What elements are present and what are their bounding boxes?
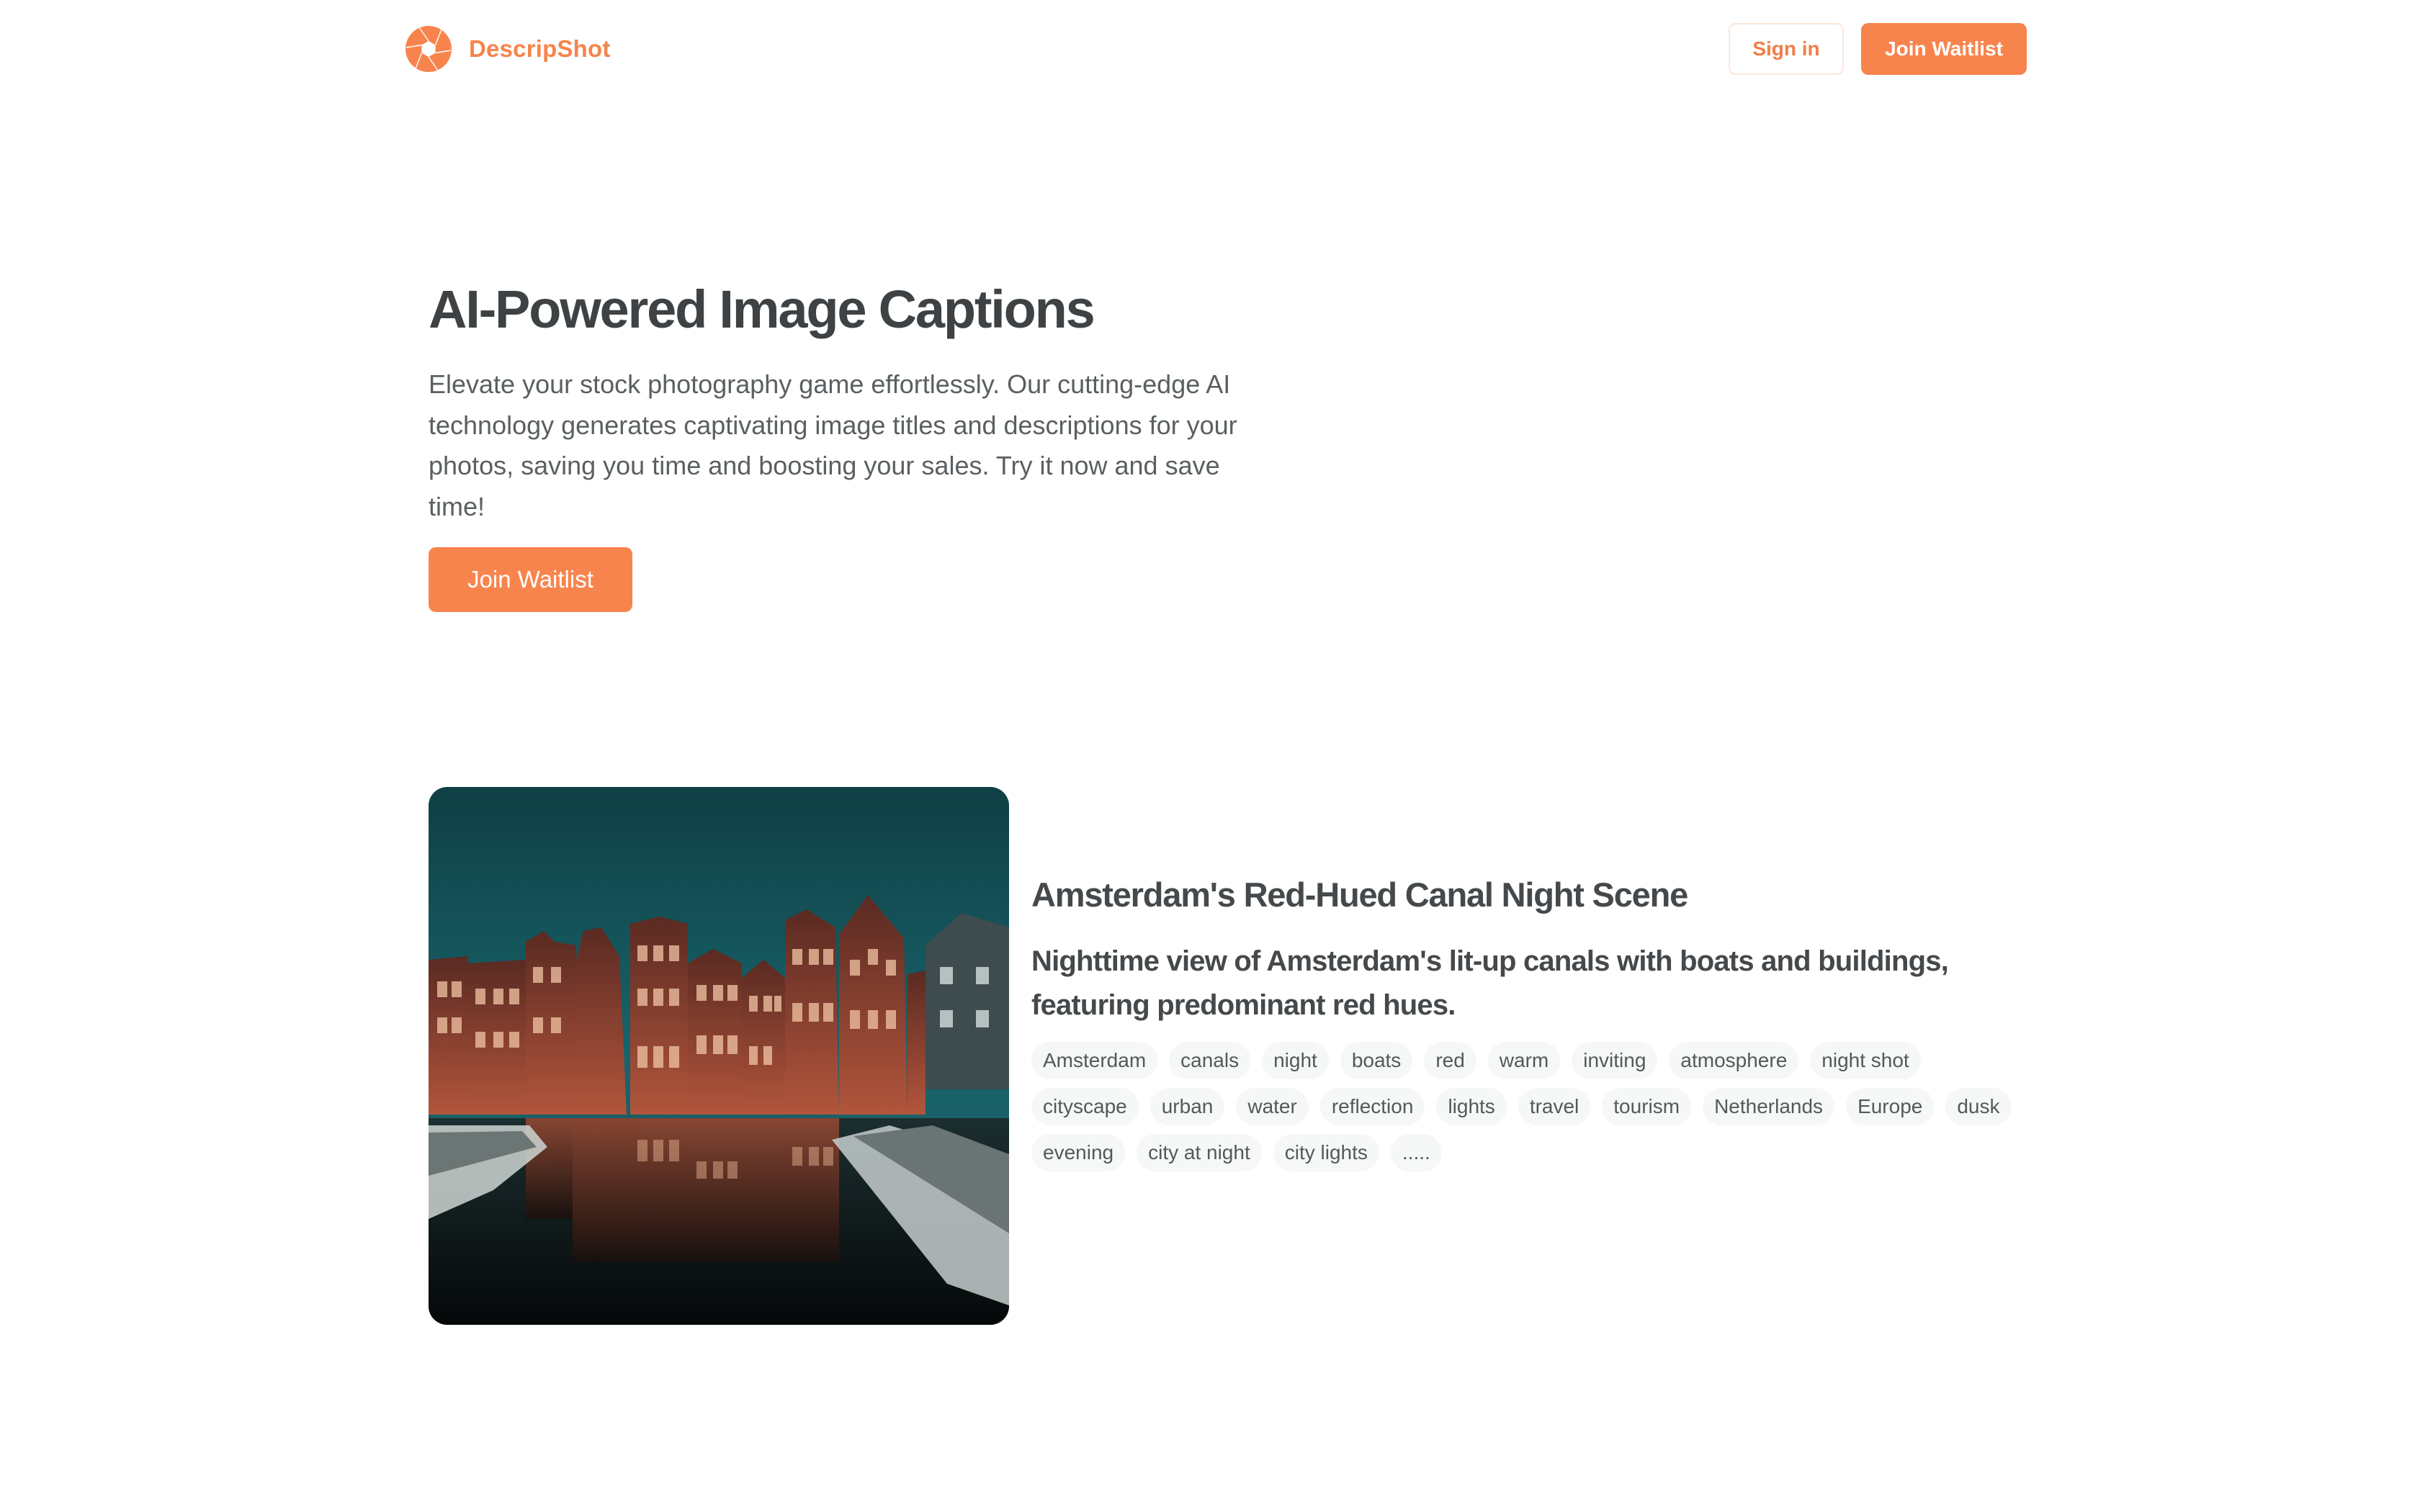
keyword-tag[interactable]: water	[1236, 1088, 1309, 1125]
nav-join-waitlist-button[interactable]: Join Waitlist	[1861, 23, 2027, 75]
camera-aperture-icon	[405, 26, 452, 72]
keyword-tag[interactable]: atmosphere	[1669, 1042, 1799, 1079]
keyword-tag[interactable]: tourism	[1602, 1088, 1692, 1125]
keyword-tag[interactable]: red	[1424, 1042, 1476, 1079]
keyword-tag[interactable]: lights	[1436, 1088, 1507, 1125]
keyword-tag[interactable]: cityscape	[1031, 1088, 1139, 1125]
keyword-tag[interactable]: .....	[1390, 1134, 1442, 1171]
top-nav: DescripShot Sign in Join Waitlist	[0, 0, 2420, 98]
generated-title: Amsterdam's Red-Hued Canal Night Scene	[1031, 876, 1688, 914]
hero-section: AI-Powered Image Captions Elevate your s…	[429, 274, 1278, 612]
hero-description: Elevate your stock photography game effo…	[429, 369, 1237, 521]
keyword-tag[interactable]: inviting	[1572, 1042, 1658, 1079]
keyword-tag[interactable]: Netherlands	[1703, 1088, 1835, 1125]
keyword-tag[interactable]: city lights	[1273, 1134, 1379, 1171]
generated-caption: Amsterdam's Red-Hued Canal Night Scene N…	[1031, 873, 2025, 1171]
brand-name: DescripShot	[469, 35, 611, 62]
keyword-tag[interactable]: night shot	[1810, 1042, 1921, 1079]
hero-join-waitlist-button[interactable]: Join Waitlist	[429, 547, 632, 612]
keyword-tag[interactable]: night	[1262, 1042, 1329, 1079]
sign-in-button[interactable]: Sign in	[1729, 23, 1844, 75]
keyword-tag[interactable]: reflection	[1319, 1088, 1425, 1125]
keyword-tag[interactable]: travel	[1518, 1088, 1591, 1125]
keyword-tag[interactable]: warm	[1487, 1042, 1561, 1079]
keyword-tag[interactable]: city at night	[1137, 1134, 1262, 1171]
keyword-tag[interactable]: canals	[1169, 1042, 1251, 1079]
keyword-tags: Amsterdam canals night boats red warm inviting…	[1031, 1042, 2025, 1171]
keyword-tag[interactable]: urban	[1150, 1088, 1225, 1125]
nav-actions: Sign in Join Waitlist	[1729, 23, 2027, 75]
brand-link[interactable]: DescripShot	[405, 25, 611, 73]
hero-title: AI-Powered Image Captions	[429, 279, 1095, 339]
generated-description: Nighttime view of Amsterdam's lit-up can…	[1031, 945, 1949, 1021]
keyword-tag[interactable]: dusk	[1945, 1088, 2012, 1125]
keyword-tag[interactable]: evening	[1031, 1134, 1126, 1171]
keyword-tag[interactable]: boats	[1340, 1042, 1413, 1079]
amsterdam-canal-image	[429, 787, 1009, 1325]
keyword-tag[interactable]: Europe	[1846, 1088, 1935, 1125]
example-photo	[429, 787, 1009, 1325]
keyword-tag[interactable]: Amsterdam	[1031, 1042, 1158, 1079]
